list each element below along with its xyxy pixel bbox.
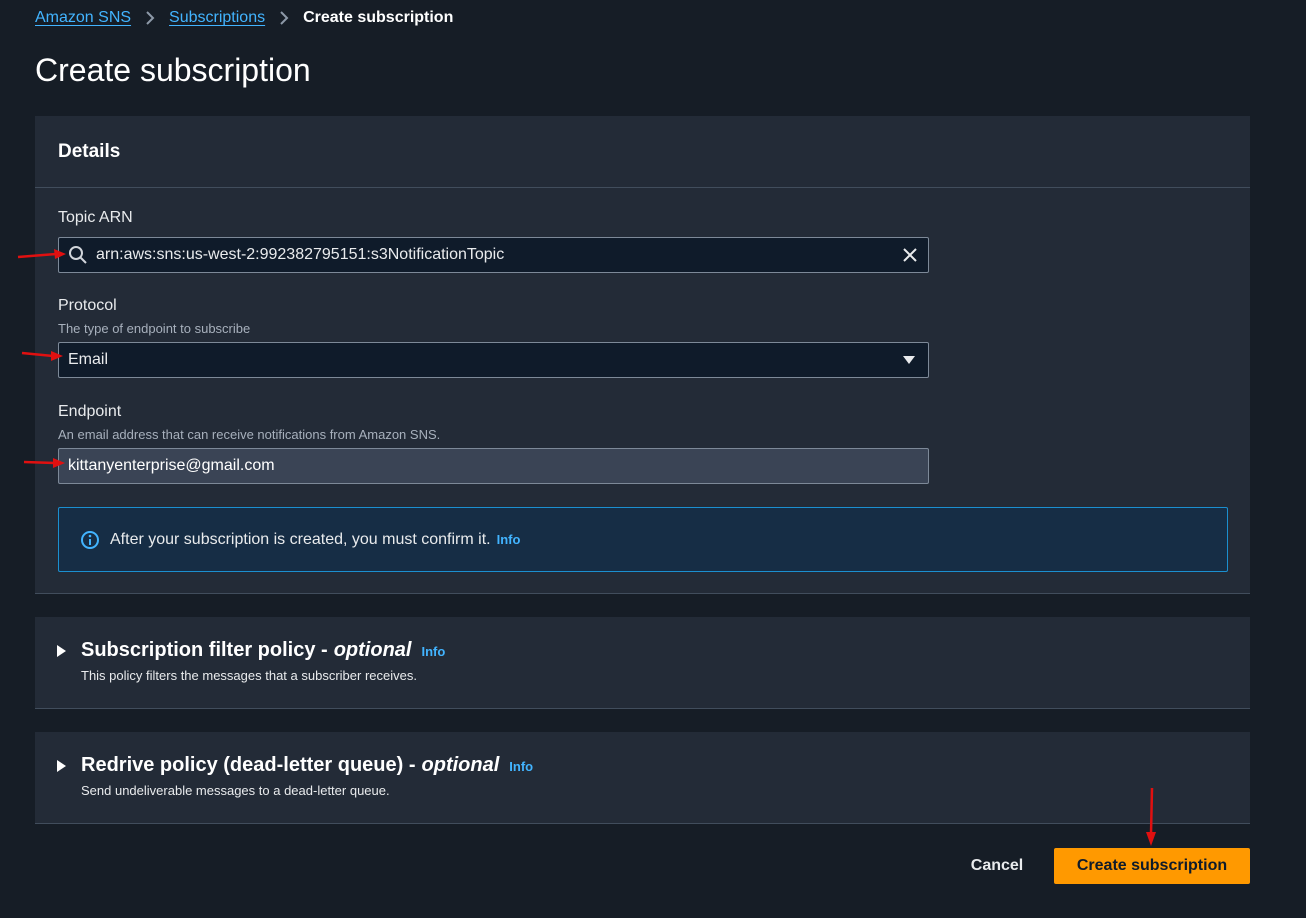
confirm-alert: After your subscription is created, you …: [58, 507, 1228, 572]
search-icon: [68, 245, 88, 265]
filter-policy-title: Subscription filter policy - optional In…: [81, 639, 445, 662]
annotation-arrow-icon: [21, 351, 63, 361]
redrive-policy-info-link[interactable]: Info: [509, 759, 533, 774]
protocol-select[interactable]: Email: [58, 342, 929, 378]
details-header: Details: [35, 116, 1250, 188]
topic-arn-input[interactable]: arn:aws:sns:us-west-2:992382795151:s3Not…: [58, 237, 929, 273]
expand-caret-icon: [57, 645, 66, 657]
annotation-arrow-icon: [17, 249, 66, 259]
breadcrumb-current: Create subscription: [303, 9, 454, 26]
breadcrumb-subscriptions[interactable]: Subscriptions: [169, 9, 265, 27]
close-icon[interactable]: [900, 245, 920, 265]
page-title: Create subscription: [35, 52, 311, 88]
protocol-description: The type of endpoint to subscribe: [58, 321, 251, 336]
alert-text: After your subscription is created, you …: [110, 530, 491, 548]
caret-down-icon: [902, 355, 916, 365]
endpoint-value: kittanyenterprise@gmail.com: [68, 457, 275, 474]
breadcrumb: Amazon SNS Subscriptions Create subscrip…: [35, 6, 453, 30]
protocol-label: Protocol: [58, 297, 117, 314]
annotation-arrow-icon: [1146, 787, 1156, 846]
expand-caret-icon: [57, 760, 66, 772]
details-panel: Details Topic ARN arn:aws:sns:us-west-2:…: [35, 116, 1250, 594]
filter-policy-description: This policy filters the messages that a …: [81, 668, 417, 683]
redrive-policy-title-text: Redrive policy (dead-letter queue) -: [81, 754, 416, 776]
redrive-policy-title: Redrive policy (dead-letter queue) - opt…: [81, 754, 533, 777]
endpoint-input[interactable]: kittanyenterprise@gmail.com: [58, 448, 929, 484]
filter-policy-optional: optional: [333, 639, 412, 661]
annotation-arrow-icon: [23, 458, 65, 468]
filter-policy-info-link[interactable]: Info: [421, 644, 445, 659]
protocol-value: Email: [68, 351, 109, 368]
redrive-policy-description: Send undeliverable messages to a dead-le…: [81, 783, 390, 798]
filter-policy-title-text: Subscription filter policy -: [81, 639, 328, 661]
breadcrumb-amazon-sns[interactable]: Amazon SNS: [35, 9, 131, 27]
chevron-right-icon: [279, 10, 289, 26]
create-subscription-button[interactable]: Create subscription: [1054, 848, 1250, 884]
alert-info-link[interactable]: Info: [497, 532, 521, 547]
cancel-button[interactable]: Cancel: [955, 848, 1039, 884]
chevron-right-icon: [145, 10, 155, 26]
topic-arn-value: arn:aws:sns:us-west-2:992382795151:s3Not…: [96, 246, 505, 263]
redrive-policy-optional: optional: [421, 754, 500, 776]
filter-policy-expander[interactable]: Subscription filter policy - optional In…: [35, 617, 1250, 709]
endpoint-description: An email address that can receive notifi…: [58, 427, 441, 442]
topic-arn-label: Topic ARN: [58, 209, 133, 226]
info-circle-icon: [80, 530, 100, 550]
endpoint-label: Endpoint: [58, 403, 122, 420]
redrive-policy-expander[interactable]: Redrive policy (dead-letter queue) - opt…: [35, 732, 1250, 824]
